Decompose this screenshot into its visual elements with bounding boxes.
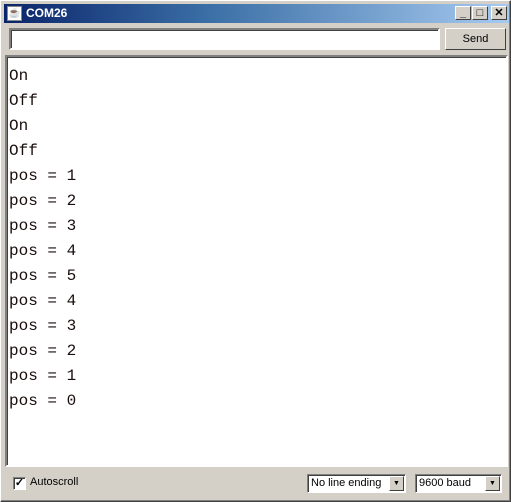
- output-line: On: [9, 117, 29, 135]
- footer-bar: ✓ Autoscroll No line ending ▼ 9600 baud …: [1, 471, 511, 496]
- output-line: pos = 2: [9, 192, 77, 210]
- java-cup-icon: ☕: [7, 6, 22, 21]
- output-line: pos = 0: [9, 392, 77, 410]
- output-line: pos = 4: [9, 242, 77, 260]
- maximize-button[interactable]: □: [472, 6, 488, 20]
- chevron-down-icon[interactable]: ▼: [485, 476, 500, 491]
- output-line: pos = 5: [9, 267, 77, 285]
- baud-value: 9600 baud: [419, 477, 471, 489]
- output-line: pos = 3: [9, 217, 77, 235]
- autoscroll-checkbox[interactable]: ✓: [13, 477, 26, 490]
- chevron-down-icon[interactable]: ▼: [389, 476, 404, 491]
- line-ending-select[interactable]: No line ending ▼: [307, 474, 406, 493]
- output-line: pos = 2: [9, 342, 77, 360]
- autoscroll-label[interactable]: Autoscroll: [30, 476, 78, 488]
- output-line: pos = 1: [9, 367, 77, 385]
- serial-monitor-window: ☕ COM26 _ □ ✕ Send On Off On Off pos = 1 pos …: [0, 0, 511, 502]
- output-line: Off: [9, 92, 38, 110]
- close-button[interactable]: ✕: [491, 6, 507, 20]
- send-input[interactable]: [9, 28, 440, 50]
- send-button[interactable]: Send: [445, 28, 506, 50]
- baud-select[interactable]: 9600 baud ▼: [415, 474, 502, 493]
- minimize-button[interactable]: _: [455, 6, 471, 20]
- output-line: Off: [9, 142, 38, 160]
- serial-output[interactable]: On Off On Off pos = 1 pos = 2 pos = 3 pos = 4 po…: [5, 55, 508, 467]
- window-title: COM26: [26, 6, 68, 20]
- output-line: pos = 1: [9, 167, 77, 185]
- line-ending-value: No line ending: [311, 477, 382, 489]
- title-bar[interactable]: ☕ COM26 _ □ ✕: [4, 4, 509, 23]
- output-line: pos = 3: [9, 317, 77, 335]
- output-line: On: [9, 67, 29, 85]
- output-line: pos = 4: [9, 292, 77, 310]
